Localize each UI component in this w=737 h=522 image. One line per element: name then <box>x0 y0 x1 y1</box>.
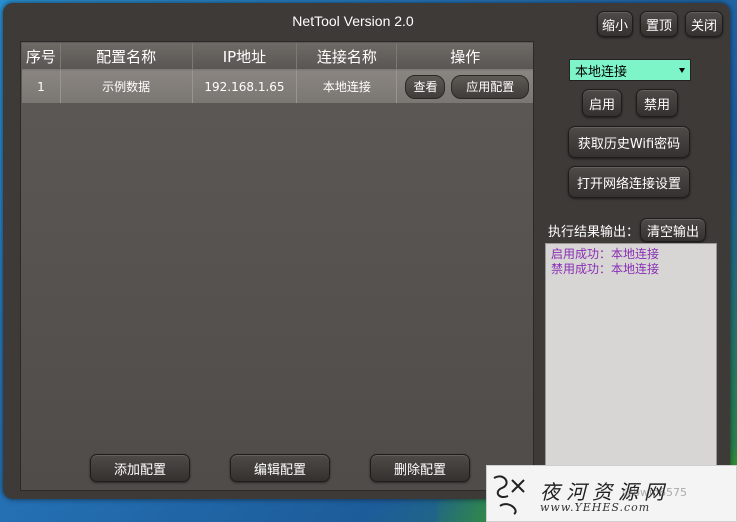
output-log: 启用成功：本地连接 禁用成功：本地连接 <box>545 243 717 491</box>
col-header-index: 序号 <box>22 43 61 70</box>
open-network-settings-button[interactable]: 打开网络连接设置 <box>568 166 690 198</box>
clear-output-button[interactable]: 清空输出 <box>640 218 706 242</box>
col-header-connection: 连接名称 <box>296 43 398 70</box>
add-config-button[interactable]: 添加配置 <box>90 454 190 482</box>
chevron-down-icon <box>679 68 685 73</box>
disable-button[interactable]: 禁用 <box>636 89 678 117</box>
watermark-flourish-icon <box>493 475 525 515</box>
connection-select-value: 本地连接 <box>575 64 628 80</box>
delete-config-button[interactable]: 删除配置 <box>370 454 470 482</box>
watermark-faded-text: @bwip6575 <box>622 486 688 499</box>
cell-index: 1 <box>22 69 61 103</box>
cell-connection: 本地连接 <box>296 69 398 103</box>
minimize-button[interactable]: 缩小 <box>597 11 633 37</box>
cell-actions: 查看 应用配置 <box>396 69 533 103</box>
watermark-url: www.YEHES.com <box>540 501 651 514</box>
edit-config-button[interactable]: 编辑配置 <box>230 454 330 482</box>
connection-select[interactable]: 本地连接 <box>569 59 691 81</box>
config-table: 序号 配置名称 IP地址 连接名称 操作 1 示例数据 192.168.1.65… <box>22 43 533 103</box>
table-header-row: 序号 配置名称 IP地址 连接名称 操作 <box>22 43 533 70</box>
output-label: 执行结果输出： <box>548 225 640 240</box>
config-table-panel: 序号 配置名称 IP地址 连接名称 操作 1 示例数据 192.168.1.65… <box>20 41 534 491</box>
col-header-actions: 操作 <box>396 43 533 70</box>
view-button[interactable]: 查看 <box>405 74 446 99</box>
wifi-history-button[interactable]: 获取历史Wifi密码 <box>568 126 690 158</box>
app-window: NetTool Version 2.0 缩小 置顶 关闭 序号 配置名称 IP地… <box>3 3 730 499</box>
pin-button[interactable]: 置顶 <box>640 11 678 37</box>
output-line: 禁用成功：本地连接 <box>551 262 660 276</box>
apply-config-button[interactable]: 应用配置 <box>451 74 530 99</box>
close-button[interactable]: 关闭 <box>685 11 723 37</box>
table-row[interactable]: 1 示例数据 192.168.1.65 本地连接 查看 应用配置 <box>22 69 533 103</box>
output-line: 启用成功：本地连接 <box>551 247 660 261</box>
col-header-config-name: 配置名称 <box>60 43 193 70</box>
enable-button[interactable]: 启用 <box>582 89 622 117</box>
cell-ip: 192.168.1.65 <box>192 69 298 103</box>
col-header-ip: IP地址 <box>192 43 298 70</box>
cell-config-name: 示例数据 <box>60 69 193 103</box>
